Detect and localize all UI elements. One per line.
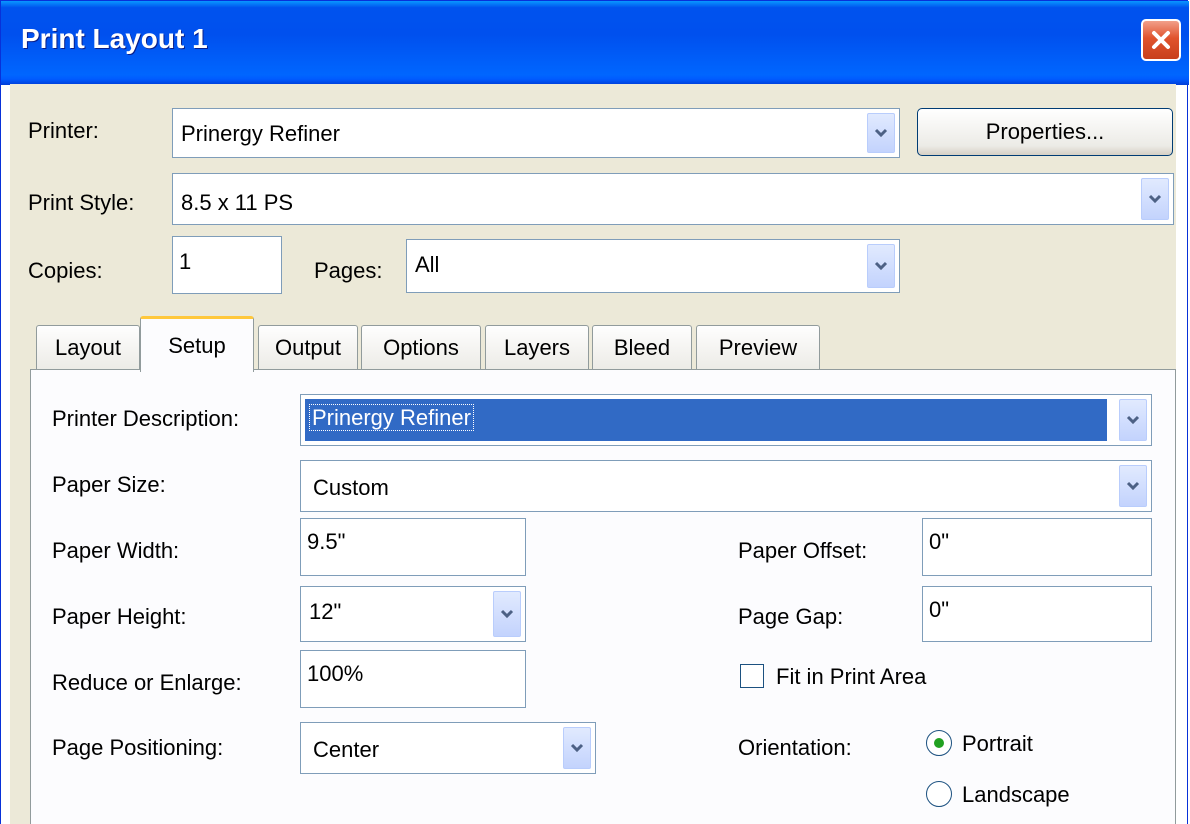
chevron-down-icon — [570, 743, 584, 753]
paper-height-select[interactable]: 12" — [300, 586, 526, 642]
page-gap-input[interactable]: 0" — [922, 586, 1152, 642]
printer-label: Printer: — [28, 118, 99, 143]
paper-size-label: Paper Size: — [52, 472, 166, 497]
paper-width-input[interactable]: 9.5" — [300, 518, 526, 576]
chevron-down-icon — [1148, 194, 1162, 204]
tab-layout[interactable]: Layout — [36, 325, 140, 370]
print-style-label: Print Style: — [28, 190, 135, 215]
landscape-radio[interactable] — [926, 781, 952, 807]
chevron-down-icon — [500, 609, 514, 619]
paper-height-label: Paper Height: — [52, 604, 187, 629]
close-button[interactable] — [1141, 19, 1181, 61]
copies-input[interactable]: 1 — [172, 236, 282, 294]
radio-selected-dot — [934, 738, 944, 748]
page-gap-label: Page Gap: — [738, 604, 844, 629]
close-icon — [1152, 31, 1170, 49]
copies-value: 1 — [179, 249, 192, 274]
printer-value: Prinergy Refiner — [181, 121, 340, 146]
printer-description-select[interactable]: Prinergy Refiner — [300, 394, 1152, 446]
page-positioning-label: Page Positioning: — [52, 735, 224, 760]
pages-label: Pages: — [314, 258, 383, 283]
page-gap-value: 0" — [929, 597, 950, 622]
paper-height-dropdown-button[interactable] — [493, 591, 521, 637]
printer-dropdown-button[interactable] — [867, 113, 895, 153]
reduce-enlarge-label: Reduce or Enlarge: — [52, 670, 242, 695]
paper-size-dropdown-button[interactable] — [1119, 465, 1147, 507]
paper-height-value: 12" — [309, 599, 342, 624]
printer-description-dropdown-button[interactable] — [1119, 399, 1147, 441]
copies-label: Copies: — [28, 258, 103, 283]
page-positioning-value: Center — [313, 737, 380, 762]
tab-options[interactable]: Options — [361, 325, 481, 370]
orientation-label: Orientation: — [738, 735, 852, 760]
chevron-down-icon — [874, 261, 888, 271]
properties-button[interactable]: Properties... — [917, 108, 1173, 156]
paper-width-value: 9.5" — [307, 529, 346, 554]
title-bar[interactable]: Print Layout 1 — [1, 1, 1189, 85]
print-style-value: 8.5 x 11 PS — [181, 190, 294, 215]
pages-select[interactable]: All — [406, 239, 900, 293]
page-positioning-select[interactable]: Center — [300, 722, 596, 774]
printer-description-selection: Prinergy Refiner — [305, 399, 1107, 441]
fit-in-print-area-checkbox[interactable] — [740, 664, 764, 688]
chevron-down-icon — [874, 128, 888, 138]
pages-value: All — [415, 252, 440, 277]
paper-offset-label: Paper Offset: — [738, 538, 868, 563]
tab-layers[interactable]: Layers — [485, 325, 589, 370]
printer-description-label: Printer Description: — [52, 406, 240, 431]
fit-in-print-area-label[interactable]: Fit in Print Area — [776, 664, 926, 690]
tab-output[interactable]: Output — [258, 325, 358, 370]
paper-width-label: Paper Width: — [52, 538, 180, 563]
tab-preview[interactable]: Preview — [696, 325, 820, 370]
paper-offset-value: 0" — [929, 529, 950, 554]
pages-dropdown-button[interactable] — [867, 244, 895, 288]
printer-description-value: Prinergy Refiner — [309, 404, 474, 431]
paper-size-value: Custom — [313, 475, 389, 500]
reduce-enlarge-input[interactable]: 100% — [300, 650, 526, 708]
tab-bleed[interactable]: Bleed — [592, 325, 692, 370]
portrait-label[interactable]: Portrait — [962, 731, 1033, 757]
page-positioning-dropdown-button[interactable] — [563, 727, 591, 769]
landscape-label[interactable]: Landscape — [962, 782, 1070, 808]
chevron-down-icon — [1126, 415, 1140, 425]
properties-button-label: Properties... — [985, 119, 1105, 144]
chevron-down-icon — [1126, 481, 1140, 491]
window-title: Print Layout 1 — [21, 23, 208, 54]
print-style-dropdown-button[interactable] — [1141, 178, 1169, 220]
paper-size-select[interactable]: Custom — [300, 460, 1152, 512]
print-style-select[interactable]: 8.5 x 11 PS — [172, 173, 1174, 225]
paper-offset-input[interactable]: 0" — [922, 518, 1152, 576]
tab-setup[interactable]: Setup — [140, 316, 254, 372]
reduce-enlarge-value: 100% — [307, 661, 364, 686]
portrait-radio[interactable] — [926, 730, 952, 756]
printer-select[interactable]: Prinergy Refiner — [172, 108, 900, 158]
